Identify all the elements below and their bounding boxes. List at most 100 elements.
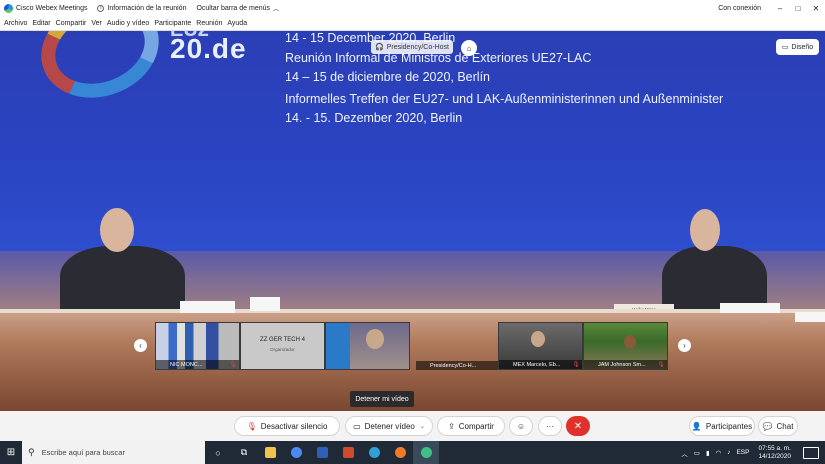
participant-strip-right: MEX Marcelo, Eb... 🎙 JAM Johnson Sm... 🎙 <box>498 322 668 370</box>
app-name: Cisco Webex Meetings <box>16 4 88 12</box>
menu-compartir[interactable]: Compartir <box>56 20 87 27</box>
wifi-icon[interactable]: ◠ <box>716 449 722 457</box>
powerpoint-icon[interactable] <box>335 441 361 464</box>
muted-mic-icon: 🎙 <box>657 362 665 368</box>
stop-video-label: Detener vídeo <box>364 421 415 431</box>
webex-logo-icon <box>4 3 13 13</box>
papers-right <box>720 303 780 313</box>
presenter-badge-label: Presidency/Co-Host <box>386 43 449 51</box>
menu-participante[interactable]: Participante <box>154 20 191 27</box>
tooltip: Detener mi vídeo <box>350 391 414 407</box>
menu-ayuda[interactable]: Ayuda <box>227 20 247 27</box>
headset-icon: 🎧 <box>375 44 384 51</box>
conference-line-4: Informelles Treffen der EU27- und LAK-Au… <box>285 92 724 106</box>
hide-menu-button[interactable]: Ocultar barra de menús ︿ <box>196 4 279 13</box>
participants-button[interactable]: 👤 Participantes <box>689 416 755 436</box>
minimize-button[interactable]: – <box>771 4 789 13</box>
papers-left <box>180 301 235 313</box>
search-icon: ⚲ <box>28 447 35 457</box>
meeting-controls: 🎙 Desactivar silencio ▭ Detener vídeo ⌄ … <box>0 411 825 441</box>
muted-mic-icon: 🎙 <box>229 362 237 368</box>
task-view-icon[interactable]: ⧉ <box>231 441 257 464</box>
notifications-icon[interactable] <box>803 446 819 459</box>
windows-start-icon[interactable]: ⊞ <box>0 441 22 464</box>
strip-prev-button[interactable]: ‹ <box>134 339 147 352</box>
file-explorer-icon[interactable] <box>257 441 283 464</box>
share-button[interactable]: ⇪ Compartir <box>437 416 505 436</box>
participant-name-6: JAM Johnson Sm... <box>584 360 667 369</box>
layout-icon: ▭ <box>781 44 789 51</box>
participants-icon: 👤 <box>691 421 702 431</box>
participant-strip-mid: Presidency/Co-H... <box>416 322 498 370</box>
more-options-button[interactable]: ··· <box>538 416 562 436</box>
participant-name-2: ZZ GER TECH 4 <box>260 337 305 343</box>
word-icon[interactable] <box>309 441 335 464</box>
tray-chevron-icon[interactable]: ︿ <box>681 448 688 458</box>
battery-icon[interactable]: ▮ <box>706 449 710 457</box>
reactions-button[interactable]: ☺ <box>509 416 533 436</box>
lock-icon[interactable]: ⌂ <box>461 40 477 56</box>
meeting-info-button[interactable]: i Información de la reunión <box>97 4 186 12</box>
participant-face-3 <box>366 329 384 349</box>
more-icon: ··· <box>546 421 554 431</box>
menu-reunion[interactable]: Reunión <box>196 20 222 27</box>
chat-label: Chat <box>776 421 794 431</box>
webex-taskbar-icon[interactable] <box>413 441 439 464</box>
un-flag <box>326 323 350 369</box>
menu-editar[interactable]: Editar <box>32 20 50 27</box>
participant-thumb-5[interactable]: MEX Marcelo, Eb... 🎙 <box>498 322 583 370</box>
muted-mic-icon: 🎙 <box>572 362 580 368</box>
participants-label: Participantes <box>705 421 753 431</box>
participant-thumb-4[interactable]: Presidency/Co-H... <box>416 322 498 370</box>
maximize-button[interactable]: □ <box>789 4 807 13</box>
clock-date: 14/12/2020 <box>758 452 791 460</box>
chat-button[interactable]: 💬 Chat <box>758 416 798 436</box>
cortana-icon[interactable]: ○ <box>205 441 231 464</box>
clock[interactable]: 07:55 a. m. 14/12/2020 <box>758 445 791 461</box>
share-label: Compartir <box>458 421 494 431</box>
participant-name-1: NIC MONC... <box>156 360 239 369</box>
participant-strip-left: NIC MONC... 🎙 ZZ GER TECH 4 Organizador <box>155 322 410 370</box>
chevron-down-icon[interactable]: ⌄ <box>420 423 425 430</box>
layout-button[interactable]: ▭ Diseño <box>776 39 819 55</box>
chrome-icon[interactable] <box>283 441 309 464</box>
eu2020-logo-ring <box>27 31 173 114</box>
participant-thumb-6[interactable]: JAM Johnson Sm... 🎙 <box>583 322 668 370</box>
speaker-right-head <box>690 209 720 251</box>
firefox-icon[interactable] <box>387 441 413 464</box>
taskbar-search[interactable]: ⚲ Escribe aquí para buscar <box>22 441 205 464</box>
strip-next-button[interactable]: › <box>678 339 691 352</box>
unmute-button[interactable]: 🎙 Desactivar silencio <box>234 416 340 436</box>
conference-line-5: 14. - 15. Dezember 2020, Berlin <box>285 111 463 125</box>
close-button[interactable]: ✕ <box>807 4 825 13</box>
participant-face-5 <box>531 331 545 347</box>
title-bar: Cisco Webex Meetings i Información de la… <box>0 0 825 16</box>
info-icon: i <box>97 4 105 12</box>
search-placeholder: Escribe aquí para buscar <box>41 448 125 457</box>
stop-video-button[interactable]: ▭ Detener vídeo ⌄ <box>345 416 433 436</box>
network-icon[interactable]: ▭ <box>694 449 700 457</box>
chat-icon: 💬 <box>762 421 773 431</box>
share-icon: ⇪ <box>448 421 455 431</box>
presenter-badge: 🎧 Presidency/Co-Host <box>371 40 453 54</box>
emoji-icon: ☺ <box>516 421 526 431</box>
menu-ver[interactable]: Ver <box>91 20 102 27</box>
edge-icon[interactable] <box>361 441 387 464</box>
participant-face-6 <box>624 335 636 349</box>
participant-thumb-3[interactable] <box>325 322 410 370</box>
menu-bar: Archivo Editar Compartir Ver Audio y víd… <box>0 16 825 31</box>
volume-icon[interactable]: ♪ <box>727 449 730 456</box>
language-indicator[interactable]: ESP <box>736 449 749 456</box>
end-meeting-button[interactable]: ✕ <box>566 416 590 436</box>
participant-thumb-1[interactable]: NIC MONC... 🎙 <box>155 322 240 370</box>
mic-muted-icon: 🎙 <box>246 421 257 431</box>
windows-taskbar: ⊞ ⚲ Escribe aquí para buscar ○ ⧉ ︿ ▭ ▮ ◠… <box>0 441 825 464</box>
unmute-label: Desactivar silencio <box>260 421 328 431</box>
participant-thumb-2[interactable]: ZZ GER TECH 4 Organizador <box>240 322 325 370</box>
menu-archivo[interactable]: Archivo <box>4 20 27 27</box>
main-video[interactable]: EU2 20.de 14 - 15 December 2020, Berlin … <box>0 31 825 411</box>
tissue <box>250 297 280 311</box>
conference-line-3: 14 – 15 de diciembre de 2020, Berlín <box>285 70 490 84</box>
menu-audio-video[interactable]: Audio y vídeo <box>107 20 149 27</box>
connection-status: Con conexión <box>718 4 761 12</box>
